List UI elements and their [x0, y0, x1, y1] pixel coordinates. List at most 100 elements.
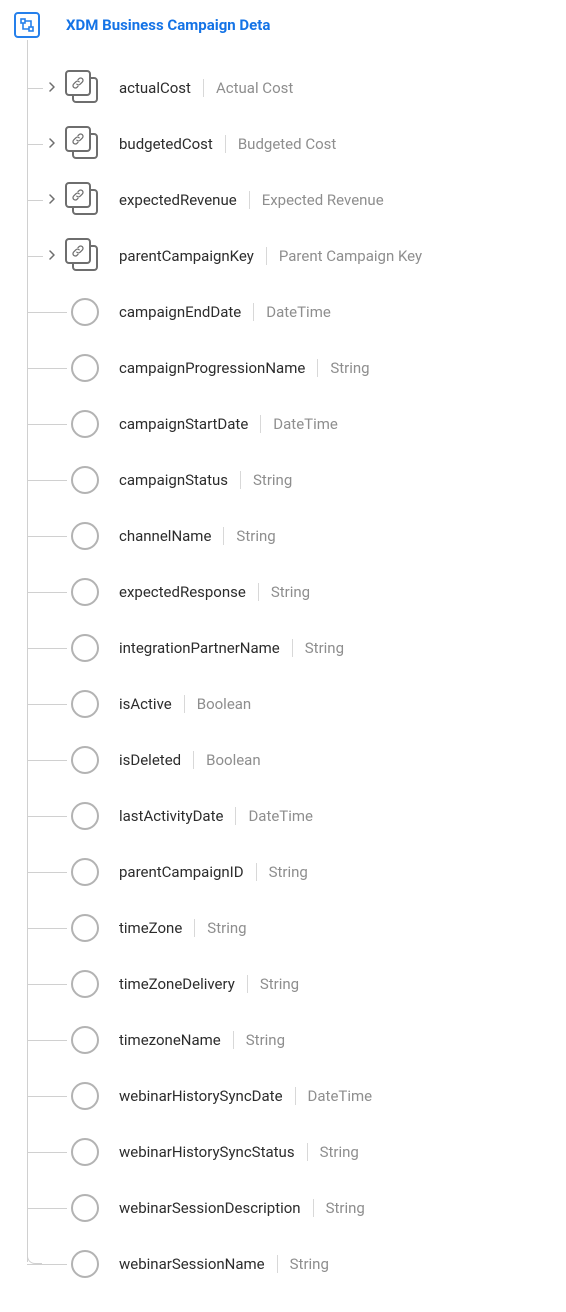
field-type-icon — [71, 410, 99, 438]
field-data-type: String — [260, 975, 299, 993]
field-data-type: String — [246, 1031, 285, 1049]
tree-connector-elbow — [27, 1236, 42, 1264]
tree-connector-horizontal — [27, 424, 67, 425]
tree-node-object[interactable]: parentCampaignKeyParent Campaign Key — [27, 228, 566, 284]
tree-node-field[interactable]: timeZoneString — [27, 900, 566, 956]
chevron-right-icon[interactable] — [47, 82, 59, 94]
field-type-icon — [71, 1026, 99, 1054]
tree-node-field[interactable]: integrationPartnerName String — [27, 620, 566, 676]
node-labels: campaignEndDate DateTime — [119, 303, 331, 321]
tree-connector-horizontal — [27, 704, 67, 705]
root-label: XDM Business Campaign Deta — [66, 16, 270, 34]
tree-node-field[interactable]: channelName String — [27, 508, 566, 564]
label-divider — [307, 1143, 308, 1161]
tree-node-field[interactable]: campaignStartDateDateTime — [27, 396, 566, 452]
tree-node-object[interactable]: budgetedCostBudgeted Cost — [27, 116, 566, 172]
field-data-type: String — [236, 527, 275, 545]
tree-node-field[interactable]: lastActivityDateDateTime — [27, 788, 566, 844]
tree-connector-horizontal — [27, 760, 67, 761]
label-divider — [194, 919, 195, 937]
tree-node-object[interactable]: expectedRevenueExpected Revenue — [27, 172, 566, 228]
tree-connector-horizontal — [27, 984, 67, 985]
tree-node-field[interactable]: webinarHistorySyncStatusString — [27, 1124, 566, 1180]
tree-connector-horizontal — [27, 648, 67, 649]
label-divider — [203, 79, 204, 97]
tree-node-field[interactable]: isDeletedBoolean — [27, 732, 566, 788]
tree-node-field[interactable]: webinarSessionNameString — [27, 1236, 566, 1292]
field-data-type: Boolean — [197, 695, 252, 713]
label-divider — [235, 807, 236, 825]
field-type-icon — [71, 1082, 99, 1110]
label-divider — [193, 751, 194, 769]
node-labels: webinarSessionDescriptionString — [119, 1199, 365, 1217]
field-data-type: String — [320, 1143, 359, 1161]
node-labels: campaignStartDateDateTime — [119, 415, 338, 433]
tree-node-object[interactable]: actualCostActual Cost — [27, 60, 566, 116]
field-type-icon — [71, 634, 99, 662]
field-type-icon — [71, 466, 99, 494]
tree-connector-horizontal — [27, 1040, 67, 1041]
field-display-name: Expected Revenue — [262, 191, 384, 209]
field-name: campaignEndDate — [119, 303, 241, 321]
label-divider — [233, 1031, 234, 1049]
field-type-icon — [71, 578, 99, 606]
node-labels: channelName String — [119, 527, 276, 545]
tree-node-field[interactable]: parentCampaignIDString — [27, 844, 566, 900]
node-labels: campaignProgressionNameString — [119, 359, 370, 377]
tree-node-field[interactable]: campaignEndDate DateTime — [27, 284, 566, 340]
field-name: channelName — [119, 527, 211, 545]
field-data-type: DateTime — [266, 303, 331, 321]
label-divider — [247, 975, 248, 993]
node-labels: integrationPartnerName String — [119, 639, 344, 657]
tree-connector-horizontal — [27, 1096, 67, 1097]
tree-connector-horizontal — [27, 1208, 67, 1209]
tree-node-field[interactable]: webinarSessionDescriptionString — [27, 1180, 566, 1236]
tree-connector-horizontal — [27, 872, 67, 873]
tree-connector-horizontal — [27, 928, 67, 929]
field-name: integrationPartnerName — [119, 639, 280, 657]
tree-node-field[interactable]: campaignProgressionNameString — [27, 340, 566, 396]
field-type-icon — [71, 1194, 99, 1222]
label-divider — [225, 135, 226, 153]
field-type-icon — [71, 802, 99, 830]
field-type-icon — [71, 746, 99, 774]
field-data-type: DateTime — [248, 807, 313, 825]
label-divider — [240, 471, 241, 489]
object-type-icon — [65, 238, 101, 274]
tree-node-field[interactable]: campaignStatusString — [27, 452, 566, 508]
chevron-right-icon[interactable] — [47, 138, 59, 150]
field-data-type: DateTime — [273, 415, 338, 433]
field-data-type: String — [305, 639, 344, 657]
field-type-icon — [71, 354, 99, 382]
field-data-type: String — [326, 1199, 365, 1217]
schema-tree: XDM Business Campaign Deta actualCostAct… — [0, 0, 566, 1312]
field-name: webinarSessionName — [119, 1255, 265, 1273]
field-type-icon — [71, 522, 99, 550]
field-display-name: Budgeted Cost — [238, 135, 336, 153]
tree-node-field[interactable]: expectedResponseString — [27, 564, 566, 620]
field-data-type: String — [207, 919, 246, 937]
field-display-name: Actual Cost — [216, 79, 293, 97]
label-divider — [256, 863, 257, 881]
node-labels: actualCostActual Cost — [119, 79, 293, 97]
label-divider — [260, 415, 261, 433]
field-type-icon — [71, 1250, 99, 1278]
tree-connector-horizontal — [27, 480, 67, 481]
label-divider — [249, 191, 250, 209]
label-divider — [184, 695, 185, 713]
field-data-type: String — [269, 863, 308, 881]
field-type-icon — [71, 1138, 99, 1166]
node-labels: timeZoneDeliveryString — [119, 975, 299, 993]
node-labels: isDeletedBoolean — [119, 751, 261, 769]
tree-root[interactable]: XDM Business Campaign Deta — [0, 10, 566, 40]
tree-node-field[interactable]: timezoneNameString — [27, 1012, 566, 1068]
tree-node-field[interactable]: timeZoneDeliveryString — [27, 956, 566, 1012]
field-type-icon — [71, 914, 99, 942]
tree-node-field[interactable]: isActiveBoolean — [27, 676, 566, 732]
tree-node-field[interactable]: webinarHistorySyncDateDateTime — [27, 1068, 566, 1124]
field-type-icon — [71, 858, 99, 886]
node-labels: budgetedCostBudgeted Cost — [119, 135, 336, 153]
chevron-right-icon[interactable] — [47, 194, 59, 206]
object-type-icon — [65, 126, 101, 162]
chevron-right-icon[interactable] — [47, 250, 59, 262]
